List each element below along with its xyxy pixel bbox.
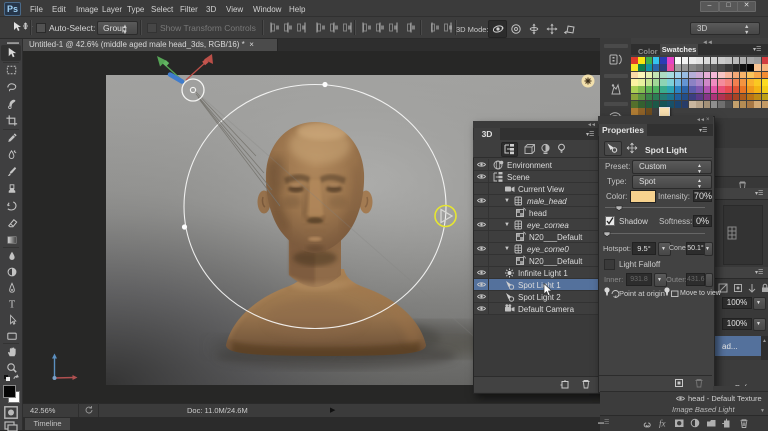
svg-text:T: T [8,300,15,311]
svg-text:fx: fx [659,419,666,429]
